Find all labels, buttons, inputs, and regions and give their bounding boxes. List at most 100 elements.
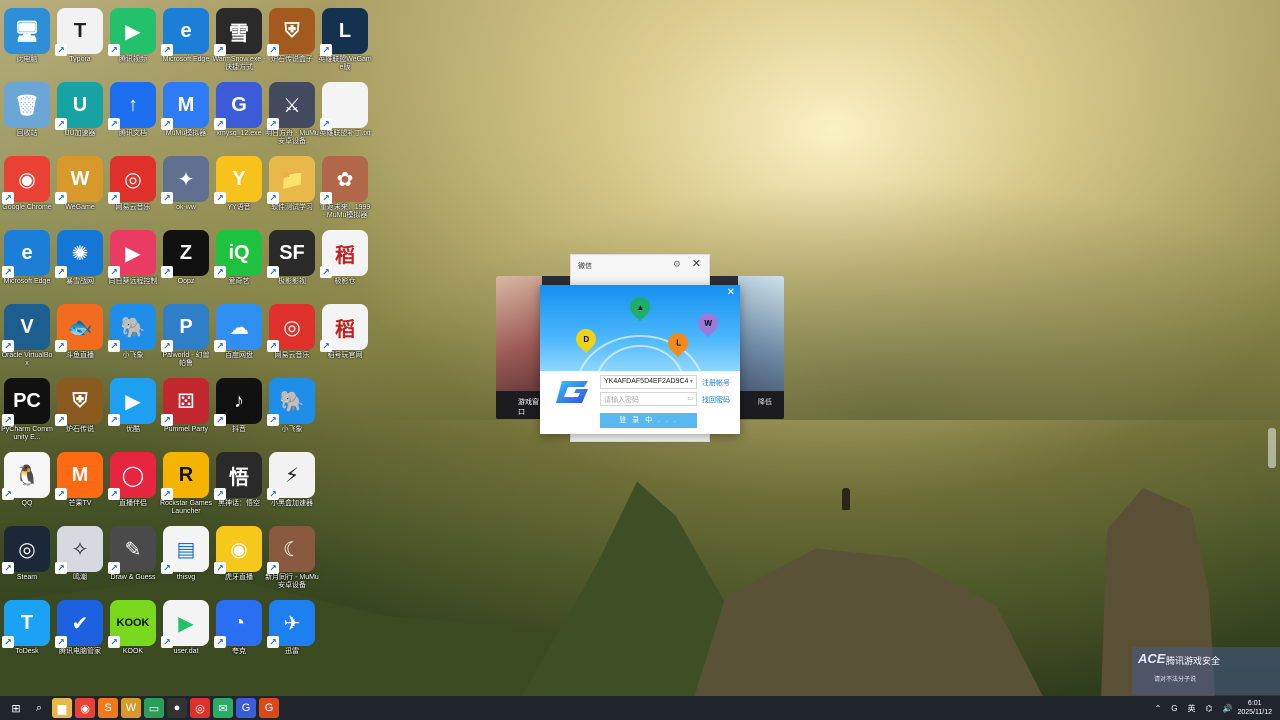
account-field[interactable]: YK4AFDAF5D4EF2AD9C4 ▾ — [600, 375, 697, 389]
password-field[interactable]: 请输入密码 ▭ — [600, 392, 697, 406]
taskbar-netease-music-icon[interactable]: ◎ — [190, 698, 210, 718]
desktop-icon[interactable]: 雪 ↗ WarmSnow.exe - 快捷方式 — [212, 4, 266, 76]
desktop-icon[interactable]: ✿ ↗ 重返未来：1999 - MuMu模拟器 — [318, 152, 372, 224]
shortcut-arrow-icon: ↗ — [267, 414, 279, 426]
desktop-icon[interactable]: L ↗ 英雄联盟WeGame版 — [318, 4, 372, 76]
chevron-down-icon[interactable]: ▾ — [690, 378, 693, 385]
desktop-icon[interactable]: W ↗ WeGame — [53, 152, 107, 224]
desktop-icon[interactable]: ✎ ↗ Draw & Guess — [106, 522, 160, 594]
desktop-icon[interactable]: T ↗ Typora — [53, 4, 107, 76]
desktop-icon[interactable]: 🗑 回收站 — [0, 78, 54, 150]
desktop-icon-label: 英雄联盟WeGame版 — [318, 56, 372, 71]
desktop-icon[interactable]: ▶ ↗ 腾讯视频 — [106, 4, 160, 76]
input-method-indicator[interactable]: 英 — [1188, 703, 1196, 714]
desktop-icon[interactable]: ◎ ↗ Steam — [0, 522, 54, 594]
taskbar-search-icon[interactable]: ⌕ — [29, 698, 49, 718]
desktop-icon[interactable]: 🐟 ↗ 斗鱼直播 — [53, 300, 107, 372]
taskbar-sublime-icon[interactable]: S — [98, 698, 118, 718]
desktop-icon[interactable]: ↗ 英雄联盟补丁.txt — [318, 78, 372, 150]
desktop-icon[interactable]: 稻 ↗ 稻号玩官网 — [318, 300, 372, 372]
login-button[interactable]: 登 录 中 . . . — [600, 413, 697, 428]
taskbar-game-g-icon[interactable]: G — [259, 698, 279, 718]
desktop-icon[interactable]: ◎ ↗ 网易云音乐 — [106, 152, 160, 224]
app-icon: ◎ ↗ — [2, 526, 50, 574]
ace-security-widget[interactable]: ACE 腾讯游戏安全 请对不法分子说 — [1132, 647, 1280, 695]
desktop-icon[interactable]: ✧ ↗ 鸣潮 — [53, 522, 107, 594]
desktop-icon[interactable]: iQ ↗ 爱奇艺 — [212, 226, 266, 298]
desktop-icon[interactable]: 🖥 此电脑 — [0, 4, 54, 76]
shortcut-arrow-icon: ↗ — [2, 636, 14, 648]
desktop-icon[interactable]: ♪ ↗ 抖音 — [212, 374, 266, 446]
network-icon[interactable]: ⌬ — [1206, 704, 1213, 713]
taskbar-file-explorer-icon[interactable]: ▆ — [52, 698, 72, 718]
desktop-icon[interactable]: ◯ ↗ 直播伴侣 — [106, 448, 160, 520]
clock[interactable]: 6:01 2025/11/12 — [1237, 699, 1272, 717]
desktop-icon[interactable]: ▶ ↗ 向日葵远程控制 — [106, 226, 160, 298]
desktop-icon[interactable]: ⚡ ↗ 小黑盒加速器 — [265, 448, 319, 520]
desktop-icon[interactable]: 悟 ↗ 黑神话：悟空 — [212, 448, 266, 520]
desktop-icon[interactable]: Z ↗ Oopz — [159, 226, 213, 298]
desktop-icon[interactable]: ◉ ↗ 虎牙直播 — [212, 522, 266, 594]
desktop-icon[interactable]: ☁ ↗ 百度网盘 — [212, 300, 266, 372]
desktop-icon[interactable]: 🐘 ↗ 小飞象 — [106, 300, 160, 372]
shortcut-arrow-icon: ↗ — [320, 192, 332, 204]
desktop-icon[interactable]: G ↗ xmysq_12.exe — [212, 78, 266, 150]
close-icon[interactable]: ✕ — [692, 257, 701, 270]
desktop-icon[interactable]: SF ↗ 极影影视 — [265, 226, 319, 298]
desktop-icon[interactable]: M ↗ 芒果TV — [53, 448, 107, 520]
taskbar-obs-icon[interactable]: ● — [167, 698, 187, 718]
taskbar-wegame-icon[interactable]: W — [121, 698, 141, 718]
close-icon[interactable]: ✕ — [727, 287, 735, 298]
desktop-icon[interactable]: M ↗ MuMu模拟器 — [159, 78, 213, 150]
desktop-icon[interactable]: ⛨ ↗ 炉石传说盒子 — [265, 4, 319, 76]
forgot-password-link[interactable]: 找回密码 — [702, 395, 730, 405]
desktop-icon[interactable]: e ↗ Microsoft Edge — [0, 226, 54, 298]
shortcut-arrow-icon: ↗ — [320, 340, 332, 352]
edge-toolbar-handle[interactable] — [1268, 428, 1276, 468]
desktop-icon-label: Oracle VirtualBox — [1, 352, 53, 367]
desktop-icon[interactable]: ◔ ↗ 夸克 — [212, 596, 266, 668]
taskbar-start-icon[interactable]: ⊞ — [6, 698, 26, 718]
desktop-icon[interactable]: 📁 ↗ 软件测试学习 — [265, 152, 319, 224]
desktop-icon[interactable]: ◉ ↗ Google Chrome — [0, 152, 54, 224]
desktop-icon[interactable]: ▤ ↗ thisvg — [159, 522, 213, 594]
settings-icon[interactable]: ⚙ — [673, 259, 681, 270]
desktop-icon[interactable]: 🐧 ↗ QQ — [0, 448, 54, 520]
shortcut-arrow-icon: ↗ — [320, 44, 332, 56]
desktop-icon[interactable]: 🐘 ↗ 小飞象 — [265, 374, 319, 446]
desktop-icon[interactable]: 稻 ↗ 极影仓 — [318, 226, 372, 298]
desktop-icon[interactable]: ↑ ↗ 腾讯文档 — [106, 78, 160, 150]
desktop-icon[interactable]: ⚄ ↗ Pummel Party — [159, 374, 213, 446]
keyboard-icon[interactable]: ▭ — [687, 395, 693, 402]
desktop-icon[interactable]: ⚔ ↗ 明日方舟 - MuMu安卓设备 — [265, 78, 319, 150]
desktop-icon[interactable]: ⛨ ↗ 炉石传说 — [53, 374, 107, 446]
desktop-icon[interactable]: ▶ ↗ 优酷 — [106, 374, 160, 446]
tray-app-icon[interactable]: G — [1171, 704, 1177, 713]
taskbar-terminal-icon[interactable]: ▭ — [144, 698, 164, 718]
taskbar-chrome-icon[interactable]: ◉ — [75, 698, 95, 718]
desktop-icon[interactable]: ▶ ↗ user.dat — [159, 596, 213, 668]
shortcut-arrow-icon: ↗ — [267, 44, 279, 56]
desktop-icon[interactable]: ☾ ↗ 新月同行 - MuMu安卓设备 — [265, 522, 319, 594]
taskbar-wechat-icon[interactable]: ✉ — [213, 698, 233, 718]
volume-icon[interactable]: 🔊 — [1223, 704, 1233, 713]
desktop-icon[interactable]: KOOK ↗ KOOK — [106, 596, 160, 668]
desktop-icon[interactable]: V ↗ Oracle VirtualBox — [0, 300, 54, 372]
desktop-icon[interactable]: T ↗ ToDesk — [0, 596, 54, 668]
game-login-dialog[interactable]: D ▲ L W ✕ YK4AFDAF5D4EF2AD9C4 ▾ 请输入密码 ▭ … — [540, 285, 740, 434]
desktop-icon[interactable]: P ↗ Palworld - 幻兽帕鲁 — [159, 300, 213, 372]
desktop-icon[interactable]: ✔ ↗ 腾讯电脑管家 — [53, 596, 107, 668]
desktop-icon[interactable]: ◎ ↗ 网易云音乐 — [265, 300, 319, 372]
desktop-icon[interactable]: ✦ ↗ ok-ww — [159, 152, 213, 224]
taskbar-xmysq-icon[interactable]: G — [236, 698, 256, 718]
shortcut-arrow-icon: ↗ — [214, 562, 226, 574]
desktop-icon[interactable]: PC ↗ PyCharm Community E... — [0, 374, 54, 446]
desktop-icon[interactable]: U ↗ UU加速器 — [53, 78, 107, 150]
desktop-icon[interactable]: e ↗ Microsoft Edge — [159, 4, 213, 76]
register-link[interactable]: 注册帐号 — [702, 378, 730, 388]
tray-chevron-icon[interactable]: ⌃ — [1155, 704, 1162, 713]
desktop-icon[interactable]: ✈ ↗ 迅雷 — [265, 596, 319, 668]
desktop-icon[interactable]: Y ↗ YY语音 — [212, 152, 266, 224]
desktop-icon[interactable]: R ↗ Rockstar Games Launcher — [159, 448, 213, 520]
desktop-icon[interactable]: ✺ ↗ 暴雪战网 — [53, 226, 107, 298]
